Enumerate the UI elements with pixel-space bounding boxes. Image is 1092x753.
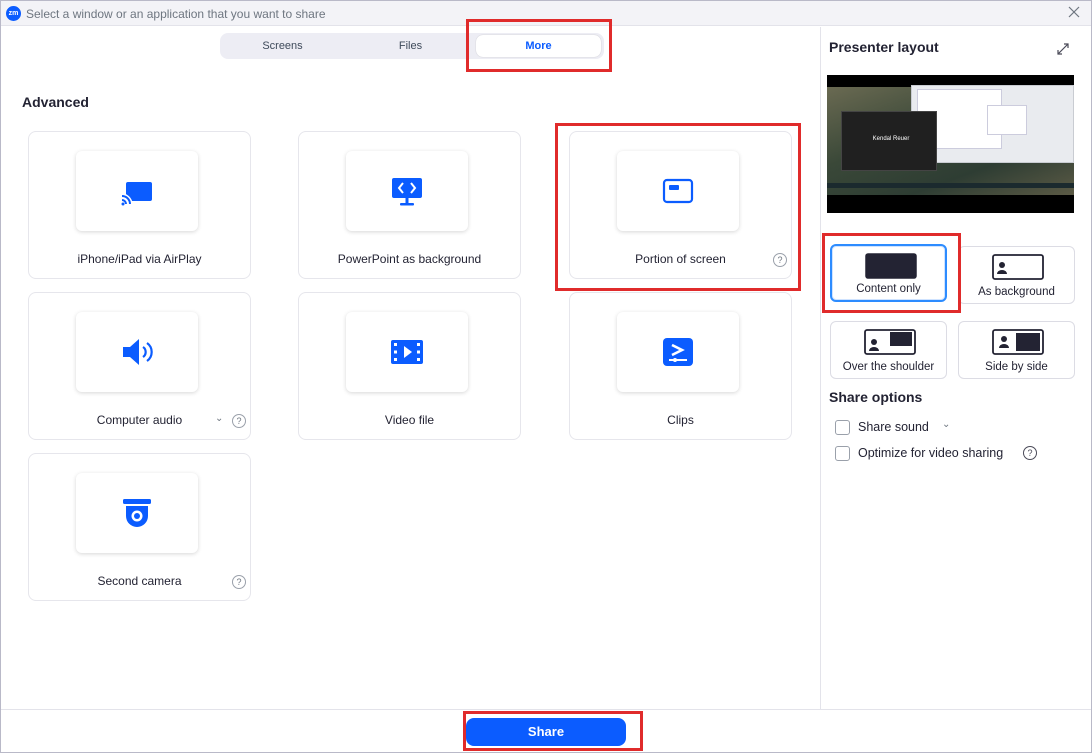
preview-video-tile: Kendal Reuer: [841, 111, 937, 171]
option-label: Portion of screen: [635, 252, 726, 266]
close-icon[interactable]: [1067, 5, 1081, 19]
share-sound-option: Share sound ⌄: [835, 419, 1075, 437]
option-powerpoint-background[interactable]: PowerPoint as background: [298, 131, 521, 279]
share-screen-window: zm Select a window or an application tha…: [0, 0, 1092, 753]
airplay-icon: [121, 182, 152, 206]
option-computer-audio[interactable]: Computer audio ⌄ ?: [28, 292, 251, 440]
share-sound-checkbox[interactable]: [835, 420, 850, 435]
side-by-side-icon: [992, 329, 1044, 355]
expand-icon[interactable]: [1055, 41, 1071, 57]
footer-bar: Share: [1, 709, 1091, 752]
layout-side-by-side[interactable]: Side by side: [958, 321, 1075, 379]
option-second-camera[interactable]: Second camera ?: [28, 453, 251, 601]
chevron-down-icon[interactable]: ⌄: [942, 419, 950, 430]
chevron-down-icon[interactable]: ⌄: [215, 413, 223, 424]
optimize-video-label: Optimize for video sharing: [858, 446, 1004, 460]
over-the-shoulder-icon: [864, 329, 916, 355]
layout-as-background[interactable]: As background: [958, 246, 1075, 304]
option-label: Second camera: [97, 574, 182, 588]
option-tile: [617, 312, 739, 392]
option-tile: [76, 151, 198, 231]
option-tile: [346, 151, 468, 231]
section-title-advanced: Advanced: [22, 94, 89, 110]
layout-preview: Kendal Reuer: [827, 75, 1074, 213]
title-bar: zm Select a window or an application tha…: [1, 1, 1091, 26]
help-icon[interactable]: ?: [773, 253, 787, 267]
portion-of-screen-icon: [662, 178, 694, 204]
layout-over-the-shoulder[interactable]: Over the shoulder: [830, 321, 947, 379]
share-button[interactable]: Share: [466, 718, 626, 746]
content-only-icon: [865, 253, 917, 279]
share-sound-label: Share sound: [858, 420, 929, 434]
option-portion-of-screen[interactable]: Portion of screen ?: [569, 131, 792, 279]
webcam-icon: [123, 499, 151, 527]
layout-label: Over the shoulder: [842, 361, 935, 373]
speaker-icon: [123, 339, 153, 365]
tab-screens[interactable]: Screens: [220, 33, 345, 59]
window-title: Select a window or an application that y…: [26, 7, 326, 21]
option-tile: [76, 473, 198, 553]
option-label: iPhone/iPad via AirPlay: [77, 252, 202, 266]
presenter-panel: Presenter layout Kendal Reuer Content on…: [820, 27, 1091, 709]
as-background-icon: [992, 254, 1044, 280]
option-clips[interactable]: Clips: [569, 292, 792, 440]
share-tabs: Screens Files More: [220, 33, 604, 59]
layout-label: Side by side: [985, 361, 1048, 373]
preview-taskbar: [827, 183, 1074, 188]
optimize-video-checkbox[interactable]: [835, 446, 850, 461]
share-options-title: Share options: [829, 389, 923, 405]
help-icon[interactable]: ?: [232, 414, 246, 428]
option-label: Clips: [667, 413, 694, 427]
zoom-logo-icon: zm: [6, 6, 21, 21]
help-icon[interactable]: ?: [232, 575, 246, 589]
option-tile: [76, 312, 198, 392]
option-tile: [617, 151, 739, 231]
optimize-video-option: Optimize for video sharing ?: [835, 445, 1075, 463]
layout-label: Content only: [856, 283, 921, 295]
option-label: PowerPoint as background: [337, 252, 482, 266]
option-label: Video file: [384, 413, 435, 427]
option-airplay[interactable]: iPhone/iPad via AirPlay: [28, 131, 251, 279]
tab-files[interactable]: Files: [348, 33, 473, 59]
layout-label: As background: [978, 286, 1055, 298]
preview-window: [987, 105, 1027, 135]
layout-content-only[interactable]: Content only: [830, 244, 947, 302]
help-icon[interactable]: ?: [1023, 446, 1037, 460]
presenter-layout-title: Presenter layout: [829, 39, 939, 55]
powerpoint-background-icon: [392, 178, 422, 206]
option-tile: [346, 312, 468, 392]
option-video-file[interactable]: Video file: [298, 292, 521, 440]
film-icon: [391, 340, 423, 364]
tab-more[interactable]: More: [476, 35, 601, 57]
clips-icon: [663, 338, 693, 366]
preview-participant-name: Kendal Reuer: [872, 136, 910, 142]
